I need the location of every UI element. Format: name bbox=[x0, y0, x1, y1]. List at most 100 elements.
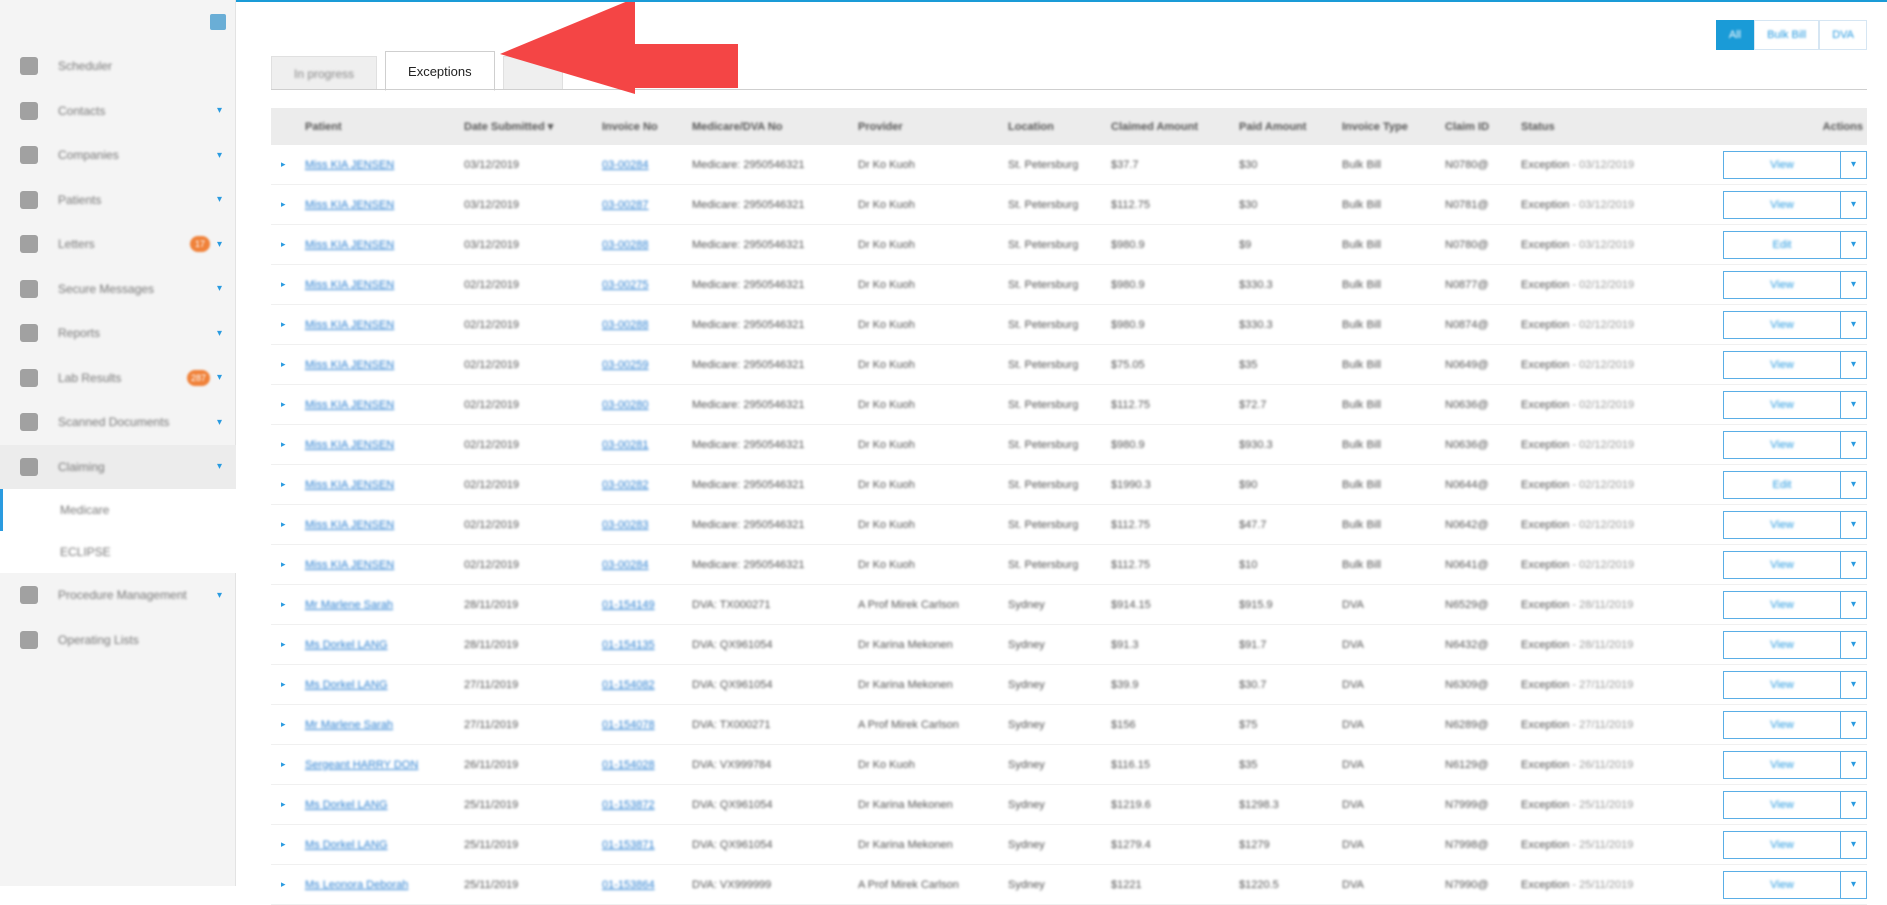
patient-link[interactable]: Miss KIA JENSEN bbox=[305, 319, 394, 331]
filter-dva-button[interactable]: DVA bbox=[1819, 20, 1867, 50]
invoice-link[interactable]: 01-154135 bbox=[602, 639, 655, 651]
patient-link[interactable]: Miss KIA JENSEN bbox=[305, 559, 394, 571]
chevron-down-icon[interactable]: ▾ bbox=[217, 590, 222, 601]
filter-all-button[interactable]: All bbox=[1715, 20, 1755, 50]
row-action-button[interactable]: View bbox=[1723, 350, 1841, 379]
row-action-button[interactable]: Edit bbox=[1723, 470, 1841, 499]
header-invoice-no[interactable]: Invoice No bbox=[602, 121, 692, 133]
expand-row-icon[interactable]: ▸ bbox=[271, 319, 305, 330]
chevron-down-icon[interactable]: ▾ bbox=[1841, 550, 1867, 579]
patient-link[interactable]: Miss KIA JENSEN bbox=[305, 399, 394, 411]
row-action-button[interactable]: View bbox=[1723, 510, 1841, 539]
expand-row-icon[interactable]: ▸ bbox=[271, 559, 305, 570]
filter-bulk-bill-button[interactable]: Bulk Bill bbox=[1754, 20, 1820, 50]
chevron-down-icon[interactable]: ▾ bbox=[1841, 750, 1867, 779]
row-action-button[interactable]: View bbox=[1723, 550, 1841, 579]
patient-link[interactable]: Miss KIA JENSEN bbox=[305, 479, 394, 491]
invoice-link[interactable]: 01-153864 bbox=[602, 879, 655, 891]
expand-row-icon[interactable]: ▸ bbox=[271, 759, 305, 770]
header-medicare-no[interactable]: Medicare/DVA No bbox=[692, 121, 858, 133]
row-action-button[interactable]: View bbox=[1723, 590, 1841, 619]
expand-row-icon[interactable]: ▸ bbox=[271, 279, 305, 290]
sidebar-item-scanned-documents[interactable]: Scanned Documents ▾ bbox=[0, 400, 236, 445]
row-action-button[interactable]: View bbox=[1723, 870, 1841, 899]
row-action-button[interactable]: View bbox=[1723, 430, 1841, 459]
patient-link[interactable]: Miss KIA JENSEN bbox=[305, 359, 394, 371]
header-patient[interactable]: Patient bbox=[305, 121, 464, 133]
chevron-down-icon[interactable]: ▾ bbox=[1841, 630, 1867, 659]
patient-link[interactable]: Ms Leonora Deborah bbox=[305, 879, 408, 891]
expand-row-icon[interactable]: ▸ bbox=[271, 799, 305, 810]
chevron-down-icon[interactable]: ▾ bbox=[1841, 190, 1867, 219]
sidebar-subitem-eclipse[interactable]: ECLIPSE bbox=[0, 531, 236, 573]
header-location[interactable]: Location bbox=[1008, 121, 1111, 133]
patient-link[interactable]: Ms Dorkel LANG bbox=[305, 839, 388, 851]
header-date-submitted[interactable]: Date Submitted ▾ bbox=[464, 120, 602, 133]
chevron-down-icon[interactable]: ▾ bbox=[217, 105, 222, 116]
chevron-down-icon[interactable]: ▾ bbox=[217, 328, 222, 339]
chevron-down-icon[interactable]: ▾ bbox=[1841, 390, 1867, 419]
chevron-down-icon[interactable]: ▾ bbox=[217, 461, 222, 472]
expand-row-icon[interactable]: ▸ bbox=[271, 399, 305, 410]
patient-link[interactable]: Miss KIA JENSEN bbox=[305, 519, 394, 531]
invoice-link[interactable]: 01-154028 bbox=[602, 759, 655, 771]
invoice-link[interactable]: 03-00284 bbox=[602, 159, 649, 171]
invoice-link[interactable]: 03-00283 bbox=[602, 519, 649, 531]
expand-row-icon[interactable]: ▸ bbox=[271, 519, 305, 530]
invoice-link[interactable]: 03-00288 bbox=[602, 239, 649, 251]
sidebar-item-secure-messages[interactable]: Secure Messages ▾ bbox=[0, 267, 236, 312]
header-claim-id[interactable]: Claim ID bbox=[1445, 121, 1521, 133]
sidebar-item-operating-lists[interactable]: Operating Lists bbox=[0, 618, 236, 663]
row-action-button[interactable]: View bbox=[1723, 710, 1841, 739]
sidebar-item-claiming[interactable]: Claiming ▾ bbox=[0, 444, 236, 489]
invoice-link[interactable]: 01-154149 bbox=[602, 599, 655, 611]
patient-link[interactable]: Mr Marlene Sarah bbox=[305, 599, 393, 611]
row-action-button[interactable]: View bbox=[1723, 830, 1841, 859]
chevron-down-icon[interactable]: ▾ bbox=[217, 150, 222, 161]
invoice-link[interactable]: 01-153871 bbox=[602, 839, 655, 851]
header-claimed-amount[interactable]: Claimed Amount bbox=[1111, 121, 1239, 133]
sidebar-item-companies[interactable]: Companies ▾ bbox=[0, 133, 236, 178]
patient-link[interactable]: Miss KIA JENSEN bbox=[305, 279, 394, 291]
chevron-down-icon[interactable]: ▾ bbox=[1841, 710, 1867, 739]
chevron-down-icon[interactable]: ▾ bbox=[1841, 870, 1867, 899]
sidebar-item-letters[interactable]: Letters 17 ▾ bbox=[0, 222, 236, 267]
row-action-button[interactable]: View bbox=[1723, 150, 1841, 179]
sidebar-item-contacts[interactable]: Contacts ▾ bbox=[0, 89, 236, 134]
expand-row-icon[interactable]: ▸ bbox=[271, 679, 305, 690]
invoice-link[interactable]: 03-00287 bbox=[602, 199, 649, 211]
chevron-down-icon[interactable]: ▾ bbox=[217, 194, 222, 205]
header-status[interactable]: Status bbox=[1521, 121, 1721, 133]
chevron-down-icon[interactable]: ▾ bbox=[1841, 790, 1867, 819]
expand-row-icon[interactable]: ▸ bbox=[271, 159, 305, 170]
expand-row-icon[interactable]: ▸ bbox=[271, 359, 305, 370]
patient-link[interactable]: Miss KIA JENSEN bbox=[305, 199, 394, 211]
chevron-down-icon[interactable]: ▾ bbox=[217, 283, 222, 294]
chevron-down-icon[interactable]: ▾ bbox=[217, 417, 222, 428]
invoice-link[interactable]: 03-00275 bbox=[602, 279, 649, 291]
expand-row-icon[interactable]: ▸ bbox=[271, 239, 305, 250]
sidebar-item-reports[interactable]: Reports ▾ bbox=[0, 311, 236, 356]
tab-exceptions[interactable]: Exceptions bbox=[385, 51, 495, 91]
header-paid-amount[interactable]: Paid Amount bbox=[1239, 121, 1342, 133]
chevron-down-icon[interactable]: ▾ bbox=[1841, 430, 1867, 459]
header-invoice-type[interactable]: Invoice Type bbox=[1342, 121, 1445, 133]
expand-row-icon[interactable]: ▸ bbox=[271, 639, 305, 650]
expand-row-icon[interactable]: ▸ bbox=[271, 599, 305, 610]
patient-link[interactable]: Ms Dorkel LANG bbox=[305, 799, 388, 811]
chevron-down-icon[interactable]: ▾ bbox=[1841, 150, 1867, 179]
chevron-down-icon[interactable]: ▾ bbox=[1841, 590, 1867, 619]
sidebar-item-procedure-management[interactable]: Procedure Management ▾ bbox=[0, 573, 236, 618]
patient-link[interactable]: Mr Marlene Sarah bbox=[305, 719, 393, 731]
invoice-link[interactable]: 03-00281 bbox=[602, 439, 649, 451]
sidebar-collapse-icon[interactable] bbox=[210, 14, 226, 30]
invoice-link[interactable]: 01-154078 bbox=[602, 719, 655, 731]
chevron-down-icon[interactable]: ▾ bbox=[1841, 510, 1867, 539]
row-action-button[interactable]: View bbox=[1723, 390, 1841, 419]
expand-row-icon[interactable]: ▸ bbox=[271, 479, 305, 490]
expand-row-icon[interactable]: ▸ bbox=[271, 439, 305, 450]
invoice-link[interactable]: 03-00284 bbox=[602, 559, 649, 571]
invoice-link[interactable]: 01-153872 bbox=[602, 799, 655, 811]
chevron-down-icon[interactable]: ▾ bbox=[1841, 670, 1867, 699]
sidebar-item-scheduler[interactable]: Scheduler bbox=[0, 44, 236, 89]
